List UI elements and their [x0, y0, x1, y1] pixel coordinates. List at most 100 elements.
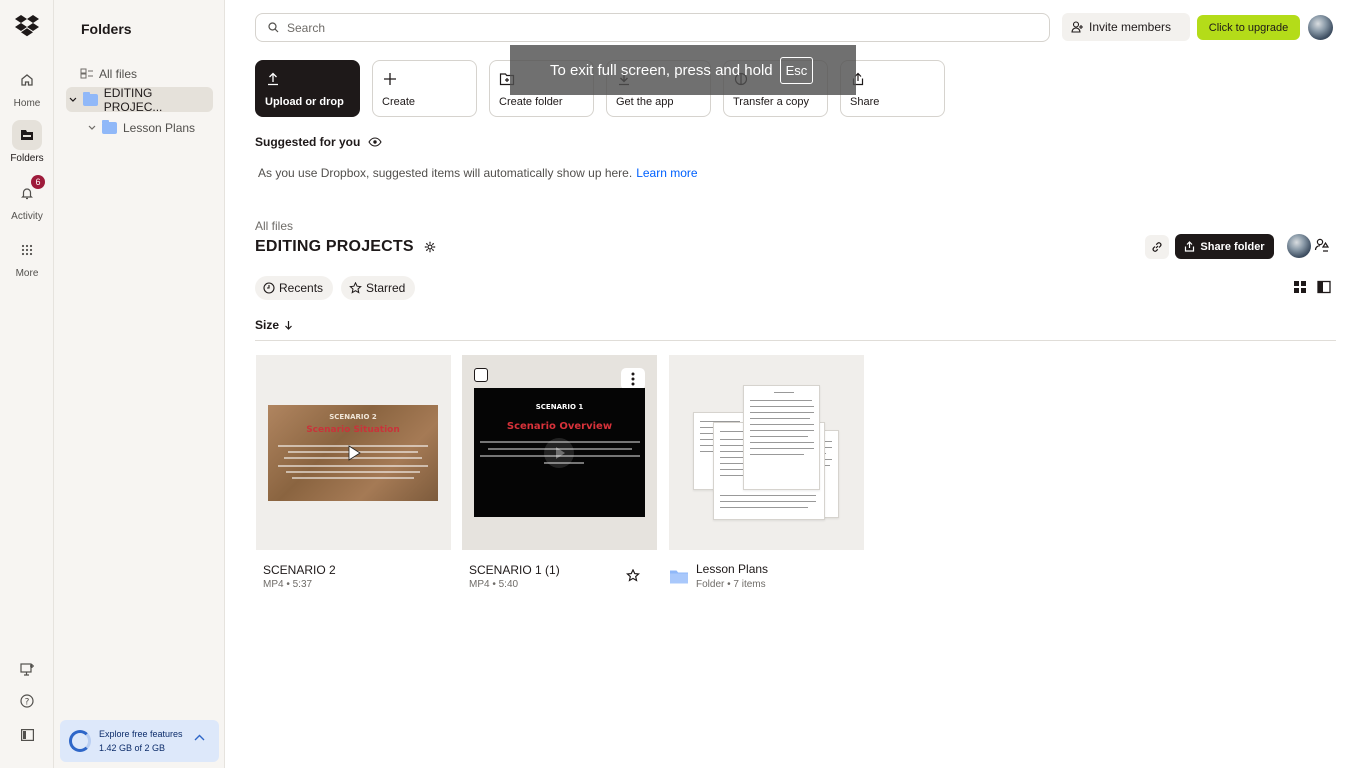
manage-access-icon[interactable] — [1314, 237, 1330, 253]
esc-key-label: Esc — [779, 56, 814, 84]
more-vertical-icon — [631, 372, 635, 386]
folder-icon — [670, 570, 688, 584]
folder-tree-heading: Folders — [81, 21, 132, 37]
starred-filter[interactable]: Starred — [341, 276, 416, 300]
fullscreen-exit-notice: To exit full screen, press and hold Esc — [510, 45, 856, 95]
play-icon[interactable] — [544, 438, 574, 468]
share-folder-button[interactable]: Share folder — [1175, 234, 1274, 259]
star-icon[interactable] — [626, 569, 640, 582]
promo-title: Explore free features — [99, 729, 183, 739]
upgrade-label: Click to upgrade — [1208, 21, 1289, 34]
thumb-subtitle: Scenario Overview — [506, 421, 613, 432]
play-icon[interactable] — [338, 438, 368, 468]
collapse-sidebar-icon[interactable] — [17, 725, 37, 745]
create-button[interactable]: Create — [372, 60, 477, 117]
share-icon — [1185, 241, 1195, 252]
activity-count-badge: 6 — [31, 175, 45, 189]
divider — [255, 340, 1336, 341]
desktop-app-icon[interactable] — [17, 659, 37, 679]
dropbox-logo-icon[interactable] — [15, 15, 39, 37]
folder-tree-panel: Folders All files EDITING PROJEC... Less… — [54, 0, 225, 768]
folder-icon — [12, 120, 42, 150]
upload-icon — [268, 72, 278, 86]
document-preview — [743, 385, 820, 490]
clock-icon — [263, 282, 275, 294]
tree-item-editing-projects[interactable]: EDITING PROJEC... — [66, 85, 213, 114]
breadcrumb-all-files[interactable]: All files — [255, 219, 293, 233]
link-icon — [1152, 242, 1162, 252]
suggested-heading-label: Suggested for you — [255, 135, 361, 149]
upload-button[interactable]: Upload or drop — [255, 60, 360, 117]
folder-icon — [82, 91, 98, 106]
rail-more-label: More — [15, 268, 39, 279]
folder-meta: Folder • 7 items — [696, 579, 766, 590]
grid-icon — [12, 235, 42, 265]
help-icon[interactable]: ? — [17, 691, 37, 711]
upload-label: Upload or drop — [265, 96, 344, 108]
file-card-scenario-2[interactable]: SCENARIO 2 Scenario Situation SCENARIO 2… — [256, 355, 451, 590]
tree-item-all-files-label: All files — [99, 66, 138, 81]
search-input[interactable] — [287, 20, 987, 35]
folder-title: EDITING PROJECTS — [255, 238, 414, 255]
rail-folders-label: Folders — [10, 153, 44, 164]
sort-control[interactable]: Size — [255, 318, 293, 332]
tree-item-editing-projects-label: EDITING PROJEC... — [103, 85, 163, 114]
left-rail: Home Folders 6 Activity More ? — [0, 0, 54, 768]
fullscreen-notice-text: To exit full screen, press and hold — [550, 61, 773, 79]
file-meta: MP4 • 5:37 — [263, 579, 313, 590]
folder-card-lesson-plans[interactable]: Lesson Plans Folder • 7 items — [669, 355, 864, 590]
search-bar[interactable] — [255, 13, 1050, 42]
rail-folders[interactable]: Folders — [0, 120, 54, 164]
video-thumbnail[interactable]: SCENARIO 2 Scenario Situation — [256, 355, 451, 550]
learn-more-link[interactable]: Learn more — [636, 166, 697, 180]
folder-name[interactable]: Lesson Plans — [696, 562, 768, 576]
video-thumbnail[interactable]: SCENARIO 1 Scenario Overview — [462, 355, 657, 550]
folder-icon — [102, 119, 117, 134]
tree-item-all-files[interactable]: All files — [80, 61, 220, 86]
chevron-down-icon[interactable] — [69, 97, 77, 103]
starred-label: Starred — [366, 281, 406, 295]
breadcrumb[interactable]: All files — [255, 219, 293, 233]
search-icon — [268, 22, 279, 33]
recents-filter[interactable]: Recents — [255, 276, 334, 300]
get-app-label: Get the app — [616, 96, 674, 108]
recents-label: Recents — [279, 281, 324, 295]
suggested-empty-text: As you use Dropbox, suggested items will… — [258, 166, 698, 180]
grid-view-icon[interactable] — [1293, 280, 1307, 294]
rail-home[interactable]: Home — [0, 65, 54, 109]
more-options-button[interactable] — [621, 368, 645, 390]
home-icon — [12, 65, 42, 95]
plus-icon — [384, 73, 396, 85]
account-avatar[interactable] — [1308, 15, 1333, 40]
thumb-subtitle: Scenario Situation — [306, 425, 400, 435]
eye-icon[interactable] — [368, 137, 382, 147]
rail-activity[interactable]: 6 Activity — [0, 175, 54, 222]
file-meta: MP4 • 5:40 — [469, 579, 519, 590]
arrow-down-icon — [285, 321, 292, 330]
copy-link-button[interactable] — [1145, 235, 1169, 259]
file-name[interactable]: SCENARIO 2 — [263, 563, 336, 577]
storage-usage-text: 1.42 GB of 2 GB — [99, 743, 166, 753]
chevron-down-icon[interactable] — [88, 125, 96, 131]
select-checkbox[interactable] — [474, 368, 488, 382]
page-title: EDITING PROJECTS — [255, 238, 436, 256]
file-name[interactable]: SCENARIO 1 (1) — [469, 563, 560, 577]
explore-features-promo[interactable]: Explore free features 1.42 GB of 2 GB — [60, 720, 219, 762]
info-panel-icon[interactable] — [1317, 280, 1331, 294]
member-avatar[interactable] — [1287, 234, 1311, 258]
gear-icon[interactable] — [424, 241, 436, 253]
folder-preview[interactable] — [669, 355, 864, 550]
rail-more[interactable]: More — [0, 235, 54, 279]
file-card-scenario-1[interactable]: SCENARIO 1 Scenario Overview SCENARIO 1 … — [462, 355, 657, 590]
invite-members-button[interactable]: Invite members — [1062, 13, 1190, 41]
suggested-heading: Suggested for you — [255, 135, 382, 149]
svg-text:?: ? — [25, 698, 30, 708]
rail-activity-label: Activity — [11, 211, 43, 222]
add-person-icon — [1071, 21, 1083, 33]
tree-item-lesson-plans[interactable]: Lesson Plans — [88, 115, 218, 140]
chevron-up-icon[interactable] — [194, 734, 205, 741]
upgrade-button[interactable]: Click to upgrade — [1197, 15, 1300, 40]
rail-home-label: Home — [13, 98, 41, 109]
thumb-title: SCENARIO 2 — [329, 413, 377, 421]
share-label: Share — [850, 96, 880, 108]
